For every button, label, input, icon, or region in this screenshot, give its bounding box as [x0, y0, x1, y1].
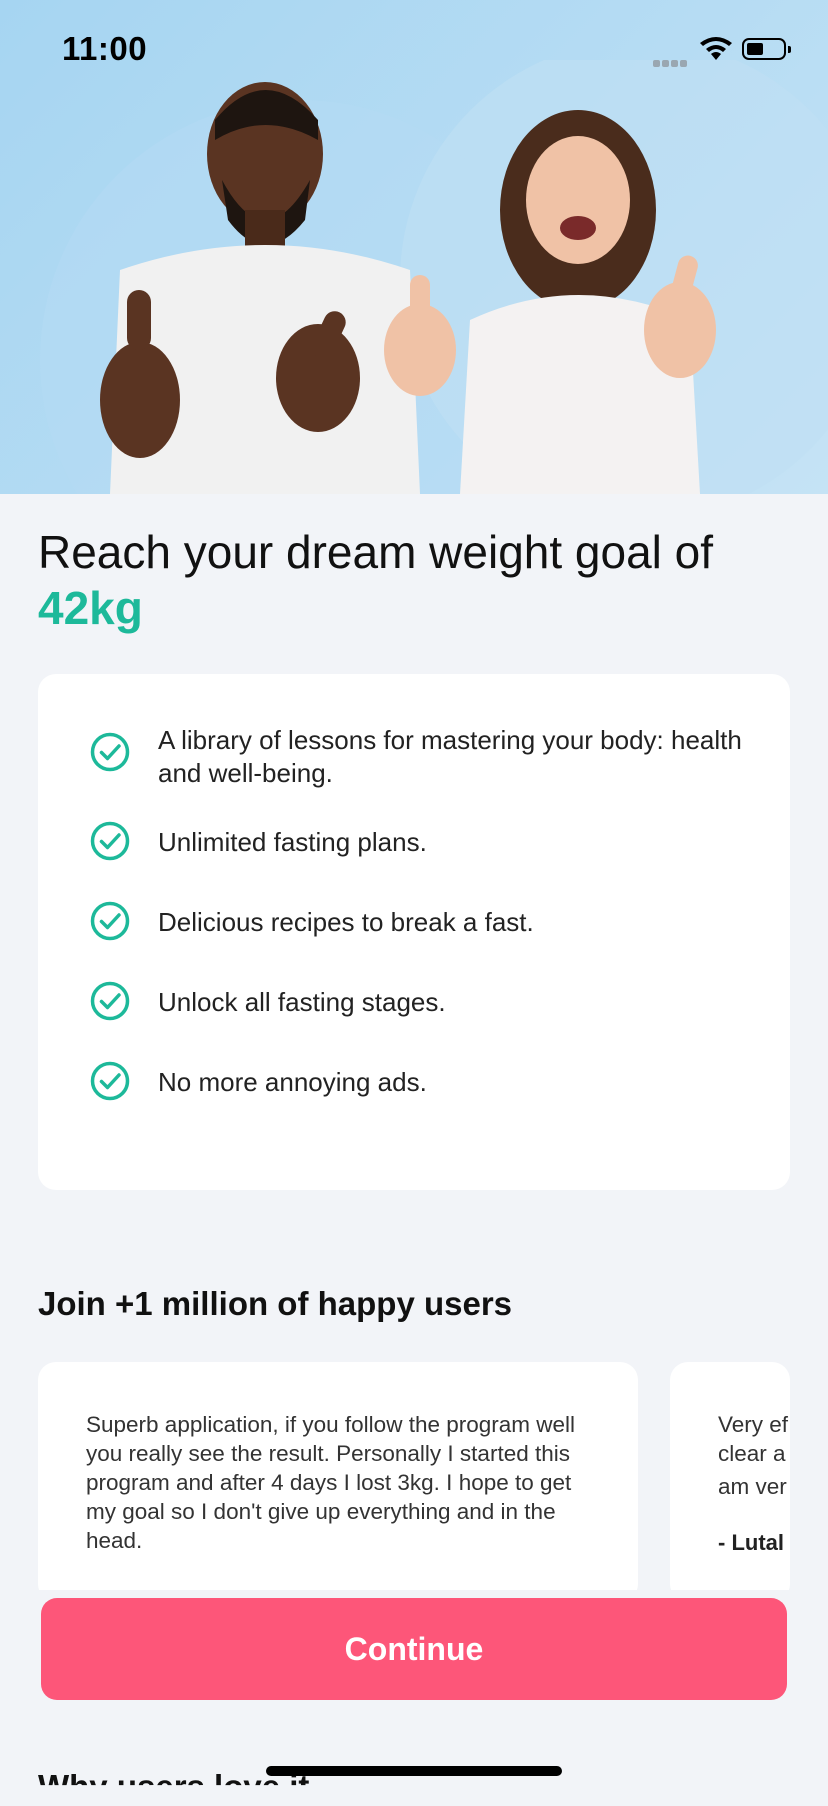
review-text: Very ef clear a am ver — [718, 1410, 790, 1501]
review-line: am ver — [718, 1474, 787, 1499]
social-proof-title: Join +1 million of happy users — [38, 1285, 513, 1322]
signal-icon — [653, 54, 689, 72]
check-circle-icon — [90, 821, 130, 861]
continue-button[interactable]: Continue — [41, 1598, 787, 1700]
hero-photo — [40, 60, 828, 494]
check-circle-icon — [90, 732, 130, 772]
check-circle-icon — [90, 901, 130, 941]
status-time: 11:00 — [62, 30, 148, 67]
check-circle-icon — [90, 1061, 130, 1101]
goal-weight-value: 42kg — [38, 582, 143, 634]
headline-text: Reach your dream weight goal of — [38, 526, 714, 578]
feature-text: Delicious recipes to break a fast. — [158, 907, 534, 937]
feature-text: Unlimited fasting plans. — [158, 827, 427, 857]
review-card[interactable]: Superb application, if you follow the pr… — [38, 1362, 638, 1602]
feature-text: No more annoying ads. — [158, 1067, 427, 1097]
check-circle-icon — [90, 981, 130, 1021]
review-card[interactable]: Very ef clear a am ver - Lutal — [670, 1362, 790, 1602]
review-line: Very ef — [718, 1412, 789, 1437]
battery-icon — [742, 38, 791, 60]
wifi-icon — [700, 37, 732, 60]
review-author: - Lutal — [718, 1530, 784, 1555]
review-text: Superb application, if you follow the pr… — [86, 1412, 576, 1553]
status-bar: 11:00 — [0, 0, 828, 100]
home-indicator[interactable] — [266, 1766, 562, 1776]
review-line: clear a — [718, 1441, 786, 1466]
feature-text: A library of lessons for mastering your … — [158, 725, 742, 788]
features-card: A library of lessons for mastering your … — [38, 674, 790, 1190]
feature-text: Unlock all fasting stages. — [158, 987, 446, 1017]
hero-section: 11:00 — [0, 0, 828, 494]
